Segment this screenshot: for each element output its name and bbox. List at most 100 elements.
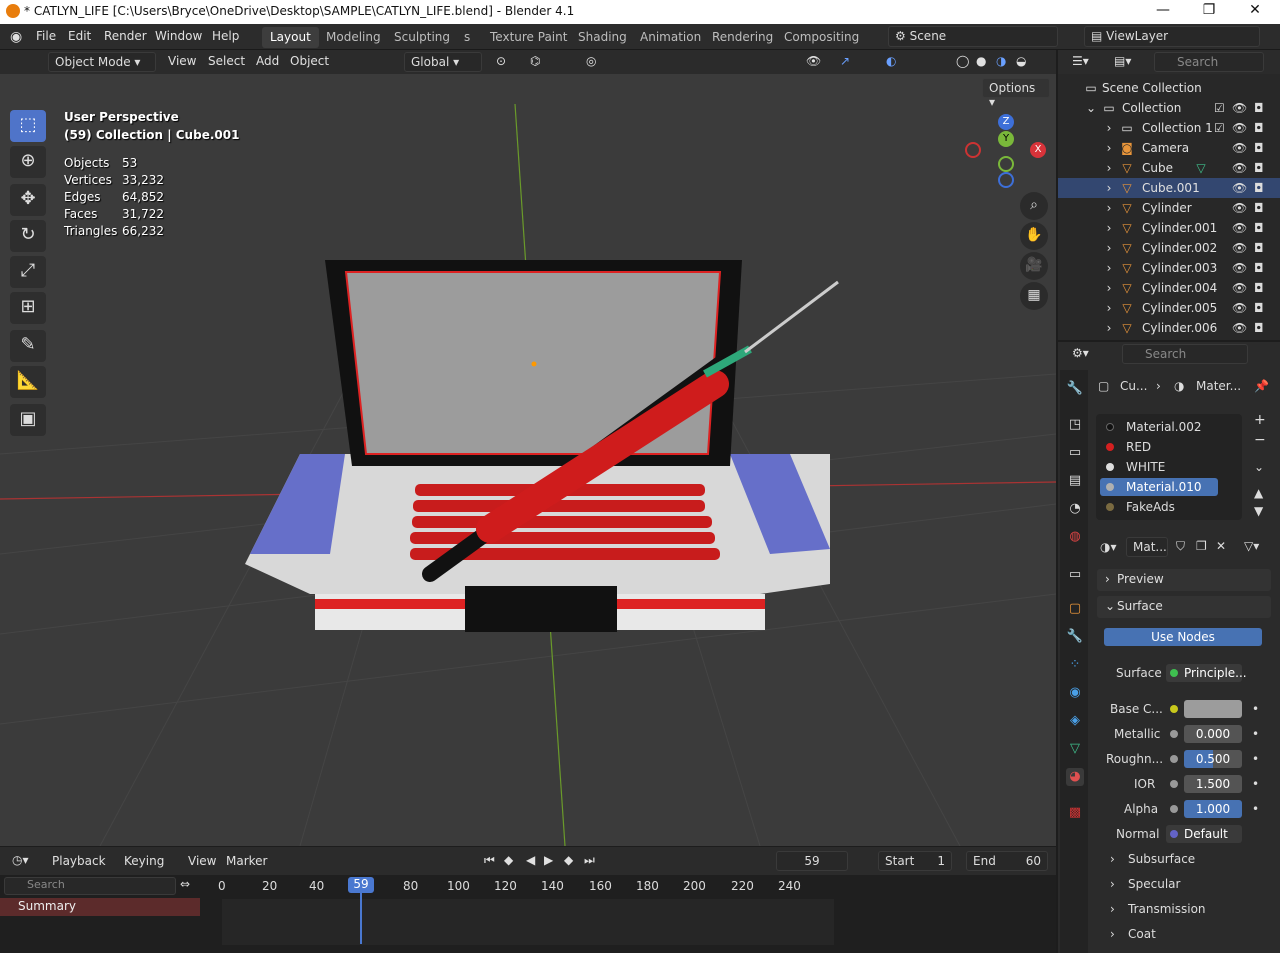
slot-specials-icon[interactable]: ⌄ xyxy=(1254,460,1264,474)
collapse-chevron-icon[interactable]: › xyxy=(1102,241,1116,255)
transform-tool[interactable]: ⊞ xyxy=(10,292,46,324)
outliner-item-cylinder-004[interactable]: › ▽ Cylinder.004 👁 ◘ xyxy=(1058,278,1280,298)
collapse-chevron-icon[interactable]: › xyxy=(1102,301,1116,315)
output-tab-icon[interactable]: ▭ xyxy=(1066,444,1084,462)
collapse-chevron-icon[interactable]: › xyxy=(1102,141,1116,155)
material-slot-active[interactable]: Material.010 xyxy=(1100,478,1218,496)
duplicate-icon[interactable]: ❐ xyxy=(1196,539,1207,553)
animate-dot-icon[interactable]: • xyxy=(1252,777,1259,791)
modifier-tab-icon[interactable]: 🔧 xyxy=(1066,628,1084,646)
expand-chevron-icon[interactable]: ⌄ xyxy=(1084,101,1098,115)
tab-shading[interactable]: Shading xyxy=(570,27,635,48)
move-up-icon[interactable]: ▲ xyxy=(1254,486,1263,500)
eye-icon[interactable]: 👁 xyxy=(1232,201,1247,215)
jump-start-icon[interactable]: ⏮ xyxy=(484,853,495,868)
current-frame-tick[interactable]: 59 xyxy=(348,877,374,893)
viewlayer-selector[interactable]: ▤ ViewLayer xyxy=(1084,26,1260,47)
subsurface-section[interactable]: Subsurface xyxy=(1128,852,1195,866)
timeline-editor-icon[interactable]: ◷▾ xyxy=(12,853,29,867)
tab-rendering[interactable]: Rendering xyxy=(704,27,781,48)
outliner-search-input[interactable]: Search xyxy=(1154,52,1264,72)
play-reverse-icon[interactable]: ◀ xyxy=(526,853,535,867)
tool-tab-icon[interactable]: 🔧 xyxy=(1066,380,1084,398)
menu-timeline-view[interactable]: View xyxy=(188,854,216,868)
menu-select[interactable]: Select xyxy=(208,54,245,68)
tab-s[interactable]: s xyxy=(456,27,478,48)
outliner-item-cylinder-002[interactable]: › ▽ Cylinder.002 👁 ◘ xyxy=(1058,238,1280,258)
outliner-item-cylinder-001[interactable]: › ▽ Cylinder.001 👁 ◘ xyxy=(1058,218,1280,238)
camera-render-icon[interactable]: ◘ xyxy=(1254,201,1264,215)
collapse-chevron-icon[interactable]: › xyxy=(1102,221,1116,235)
collapse-chevron-icon[interactable]: › xyxy=(1102,261,1116,275)
eye-icon[interactable]: 👁 xyxy=(1232,321,1247,335)
next-keyframe-icon[interactable]: ◆ xyxy=(564,853,573,867)
end-frame-field[interactable]: End 60 xyxy=(966,851,1048,871)
material-slot[interactable]: Material.002 xyxy=(1100,418,1230,436)
camera-render-icon[interactable]: ◘ xyxy=(1254,321,1264,335)
camera-render-icon[interactable]: ◘ xyxy=(1254,101,1264,115)
overlay-toggle-icon[interactable]: ◐ xyxy=(886,54,896,68)
orientation-dropdown[interactable]: Global ▾ xyxy=(404,52,482,72)
add-cube-tool[interactable]: ▣ xyxy=(10,404,46,436)
select-box-tool[interactable]: ⬚ xyxy=(10,110,46,142)
cursor-tool[interactable]: ⊕ xyxy=(10,146,46,178)
outliner-item-cube-001[interactable]: › ▽ Cube.001 👁 ◘ xyxy=(1058,178,1280,198)
gizmo-z-axis[interactable]: Z xyxy=(998,114,1014,130)
gizmo-toggle-icon[interactable]: ↗ xyxy=(840,54,850,68)
constraints-tab-icon[interactable]: ◈ xyxy=(1066,712,1084,730)
zoom-icon[interactable]: ⌕ xyxy=(1020,192,1048,220)
surface-panel-header[interactable]: ⌄ Surface xyxy=(1097,596,1271,618)
particles-tab-icon[interactable]: ⁘ xyxy=(1066,656,1084,674)
unlink-icon[interactable]: ✕ xyxy=(1216,539,1226,553)
menu-playback[interactable]: Playback xyxy=(52,854,106,868)
shading-material-icon[interactable]: ◑ xyxy=(996,54,1006,68)
current-frame-field[interactable]: 59 xyxy=(776,851,848,871)
dopesheet-area[interactable] xyxy=(222,899,834,945)
collapse-chevron-icon[interactable]: › xyxy=(1102,321,1116,335)
collapse-chevron-icon[interactable]: › xyxy=(1102,281,1116,295)
preview-panel-header[interactable]: › Preview xyxy=(1097,569,1271,591)
menu-object[interactable]: Object xyxy=(290,54,329,68)
tab-layout[interactable]: Layout xyxy=(262,27,319,48)
alpha-slider[interactable]: 1.000 xyxy=(1184,800,1242,818)
gizmo-neg-z-icon[interactable] xyxy=(998,172,1014,188)
jump-end-icon[interactable]: ⏭ xyxy=(584,853,595,868)
animate-dot-icon[interactable]: • xyxy=(1252,752,1259,766)
menu-render[interactable]: Render xyxy=(104,29,147,43)
gizmo-x-axis[interactable]: X xyxy=(1030,142,1046,158)
collapse-chevron-icon[interactable]: › xyxy=(1102,181,1116,195)
metallic-field[interactable]: 0.000 xyxy=(1184,725,1242,743)
checkbox-icon[interactable]: ☑ xyxy=(1214,101,1225,115)
outliner-item-cylinder[interactable]: › ▽ Cylinder 👁 ◘ xyxy=(1058,198,1280,218)
material-tab-icon[interactable]: ◕ xyxy=(1066,768,1084,786)
menu-add[interactable]: Add xyxy=(256,54,279,68)
snap-icon[interactable]: ⌬ xyxy=(530,54,540,68)
specular-section[interactable]: Specular xyxy=(1128,877,1180,891)
collapse-chevron-icon[interactable]: › xyxy=(1102,161,1116,175)
scale-tool[interactable]: ⤢ xyxy=(10,256,46,288)
outliner-scene-collection[interactable]: ▭ Scene Collection xyxy=(1058,78,1280,98)
coat-section[interactable]: Coat xyxy=(1128,927,1156,941)
eye-icon[interactable]: 👁 xyxy=(1232,281,1247,295)
minimize-button[interactable]: — xyxy=(1140,2,1186,18)
menu-window[interactable]: Window xyxy=(155,29,202,43)
scene-tab-icon[interactable]: ◔ xyxy=(1066,500,1084,518)
eye-icon[interactable]: 👁 xyxy=(1232,301,1247,315)
blender-menu-icon[interactable]: ◉ xyxy=(10,29,22,45)
camera-render-icon[interactable]: ◘ xyxy=(1254,281,1264,295)
tab-sculpting[interactable]: Sculpting xyxy=(386,27,458,48)
base-color-swatch[interactable] xyxy=(1184,700,1242,718)
eye-icon[interactable]: 👁 xyxy=(1232,121,1247,135)
fake-user-shield-icon[interactable]: ⛉ xyxy=(1176,539,1185,554)
camera-render-icon[interactable]: ◘ xyxy=(1254,301,1264,315)
shading-solid-icon[interactable]: ● xyxy=(976,54,986,68)
eye-icon[interactable]: 👁 xyxy=(1232,101,1247,115)
material-browse-icon[interactable]: ◑▾ xyxy=(1100,540,1117,554)
outliner-editor-icon[interactable]: ☰▾ xyxy=(1072,54,1089,68)
outliner-item-collection-1[interactable]: › ▭ Collection 1 ☑ 👁 ◘ xyxy=(1058,118,1280,138)
start-frame-field[interactable]: Start 1 xyxy=(878,851,952,871)
proportional-edit-icon[interactable]: ◎ xyxy=(586,54,596,68)
mode-dropdown[interactable]: Object Mode ▾ xyxy=(48,52,156,72)
subsurface-chevron-icon[interactable]: › xyxy=(1110,852,1115,866)
ortho-grid-icon[interactable]: ▦ xyxy=(1020,282,1048,310)
